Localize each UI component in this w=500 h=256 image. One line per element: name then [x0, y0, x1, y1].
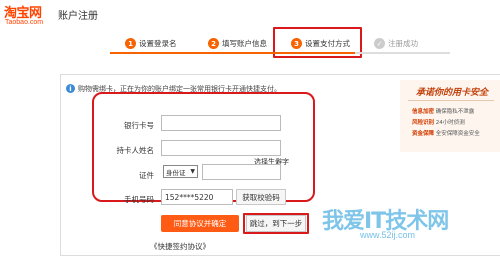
promo-item-1: 信息加密 确保隐私不泄露	[412, 107, 474, 115]
bank-card-input[interactable]	[161, 115, 281, 131]
phone-input[interactable]: 152****5220	[161, 189, 233, 205]
agreement-link[interactable]: 《快捷签约协议》	[150, 241, 210, 252]
info-icon: i	[66, 84, 75, 93]
id-label: 证件	[139, 171, 154, 180]
step-3-label: 设置支付方式	[305, 39, 350, 48]
step-2: 2 填写账户信息	[208, 38, 267, 49]
promo-item-1-bullet: 信息加密	[412, 109, 435, 115]
get-code-button[interactable]: 获取校验码	[236, 189, 286, 205]
id-number-input[interactable]	[202, 164, 281, 180]
step-4: ✓ 注册成功	[374, 38, 418, 49]
holder-name-label: 持卡人姓名	[116, 146, 155, 155]
promo-item-3-bullet: 资金保障	[412, 131, 435, 137]
step-4-label: 注册成功	[388, 39, 418, 48]
step-3-number: 3	[291, 38, 302, 49]
promo-item-2-bullet: 风险识别	[412, 120, 435, 126]
promo-divider	[408, 100, 494, 101]
progress-bar-done	[110, 52, 355, 54]
step-3: 3 设置支付方式	[291, 38, 350, 49]
chevron-down-icon: ▼	[190, 168, 195, 175]
agree-confirm-button[interactable]: 同意协议并确定	[161, 215, 239, 232]
step-2-number: 2	[208, 38, 219, 49]
step-2-label: 填写账户信息	[222, 39, 267, 48]
id-type-select[interactable]: 身份证 ▼	[163, 165, 198, 178]
phone-label: 手机号码	[124, 195, 154, 204]
watermark-url: www.52ij.com	[360, 230, 416, 240]
promo-item-1-text: 确保隐私不泄露	[435, 109, 475, 115]
step-1: 1 设置登录名	[125, 38, 177, 49]
taobao-logo-en: Taobao.com	[5, 19, 44, 26]
page-title: 账户注册	[58, 11, 98, 22]
bank-card-label: 银行卡号	[124, 121, 154, 130]
promo-title: 承诺你的用卡安全	[416, 88, 489, 98]
skip-next-button[interactable]: 跳过，到下一步	[246, 215, 306, 232]
check-icon: ✓	[374, 38, 385, 49]
security-promo: 承诺你的用卡安全 信息加密 确保隐私不泄露 风险识别 24小时侦测 资金保障 全…	[400, 80, 500, 152]
promo-item-2: 风险识别 24小时侦测	[412, 118, 465, 126]
promo-item-3: 资金保障 全安保障资金安全	[412, 129, 480, 137]
holder-name-input[interactable]	[161, 140, 281, 156]
progress-bar-pending	[355, 52, 450, 54]
step-1-number: 1	[125, 38, 136, 49]
id-type-selected: 身份证	[166, 168, 186, 177]
step-1-label: 设置登录名	[139, 39, 177, 48]
promo-item-2-text: 24小时侦测	[435, 120, 465, 126]
promo-item-3-text: 全安保障资金安全	[435, 131, 480, 137]
